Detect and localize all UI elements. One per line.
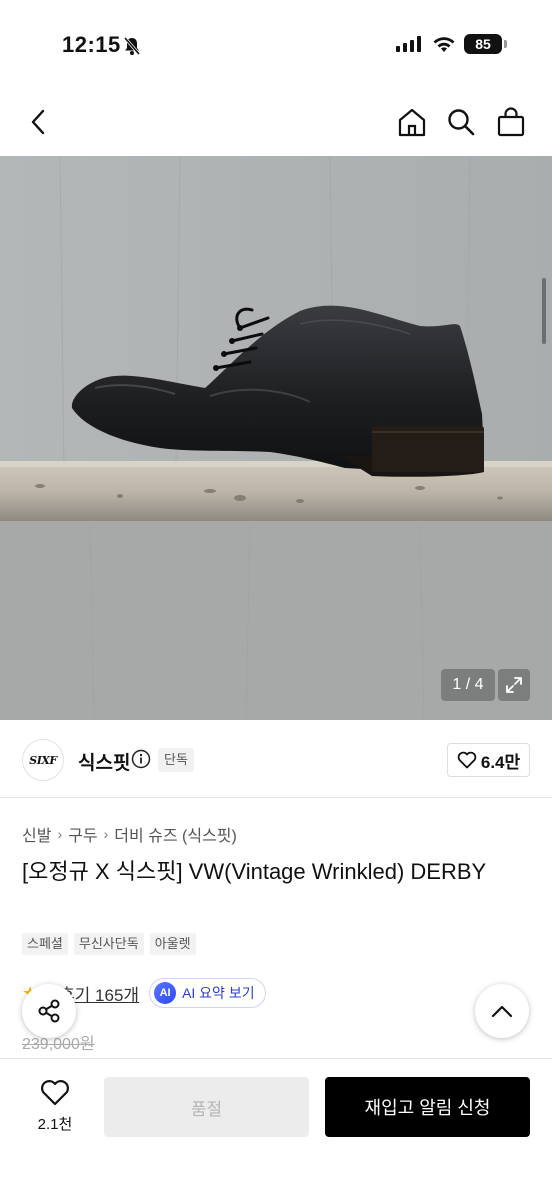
tag-special[interactable]: 스페셜 — [22, 933, 68, 955]
heart-icon — [41, 1080, 69, 1106]
wishlist-button[interactable]: 2.1천 — [24, 1079, 86, 1134]
brand-like-button[interactable]: 6.4만 — [447, 743, 530, 777]
signal-icon — [396, 36, 422, 57]
ai-summary-label: AI 요약 보기 — [182, 985, 255, 1001]
product-photo — [0, 156, 552, 720]
status-time: 12:15 — [62, 32, 121, 57]
wifi-icon — [432, 35, 456, 58]
exclusive-badge: 단독 — [158, 748, 194, 772]
wishlist-count: 2.1천 — [37, 1116, 73, 1133]
breadcrumb-item[interactable]: 구두 — [68, 822, 97, 846]
brand-logo[interactable]: SIXF — [22, 739, 64, 781]
chevron-right-icon: › — [103, 826, 109, 842]
chevron-up-icon — [491, 1005, 513, 1018]
brand-row: SIXF 식스핏 단독 6.4만 — [0, 720, 552, 798]
status-bar: 12:15 85 — [0, 0, 552, 90]
product-title: [오정규 X 식스핏] VW(Vintage Wrinkled) DERBY — [22, 859, 487, 884]
tag-musinsa-exclusive[interactable]: 무신사단독 — [73, 933, 144, 955]
image-counter: 1 / 4 — [441, 669, 495, 701]
restock-alert-button[interactable]: 재입고 알림 신청 — [325, 1077, 530, 1137]
info-icon[interactable] — [131, 749, 151, 774]
tag-outlet[interactable]: 아울렛 — [149, 933, 196, 955]
heart-icon — [457, 751, 477, 769]
scroll-indicator — [542, 278, 546, 344]
product-image-carousel[interactable]: 1 / 4 — [0, 156, 552, 720]
bottom-purchase-bar: 2.1천 품절 재입고 알림 신청 — [0, 1058, 552, 1200]
shopping-bag-icon[interactable] — [493, 104, 529, 140]
breadcrumb: 신발 › 구두 › 더비 슈즈 (식스핏) — [22, 822, 237, 846]
brand-name[interactable]: 식스핏 — [78, 748, 130, 775]
breadcrumb-item[interactable]: 신발 — [22, 822, 51, 846]
home-icon[interactable] — [394, 104, 430, 140]
share-button[interactable] — [22, 984, 76, 1038]
battery-indicator: 85 — [464, 34, 507, 54]
chevron-right-icon: › — [57, 826, 63, 842]
share-icon — [38, 999, 60, 1023]
expand-icon[interactable] — [498, 669, 530, 701]
top-nav-bar — [0, 90, 552, 156]
soldout-button[interactable]: 품절 — [104, 1077, 309, 1137]
brand-like-count: 6.4만 — [480, 752, 521, 772]
search-icon[interactable] — [443, 104, 479, 140]
ai-icon: AI — [154, 982, 177, 1004]
bell-slash-icon — [122, 36, 142, 61]
ai-summary-button[interactable]: AI AI 요약 보기 — [149, 978, 266, 1008]
breadcrumb-item[interactable]: 더비 슈즈 (식스핏) — [114, 822, 237, 846]
back-arrow-icon[interactable] — [21, 104, 57, 140]
scroll-top-button[interactable] — [475, 984, 529, 1038]
product-tags: 스페셜 무신사단독 아울렛 — [22, 933, 196, 955]
